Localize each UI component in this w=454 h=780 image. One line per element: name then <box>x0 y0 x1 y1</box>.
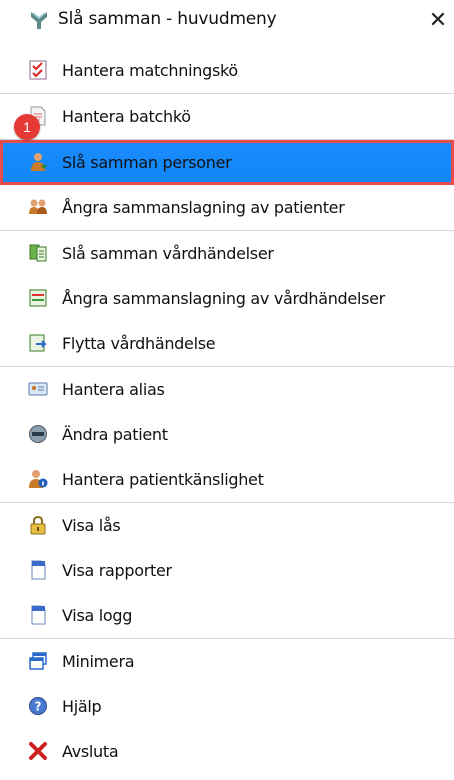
menu-item-avsluta[interactable]: Avsluta <box>0 729 454 774</box>
menu-item-label: Slå samman personer <box>62 153 232 172</box>
merge-persons-icon <box>31 153 47 171</box>
menu-item-angra-sammanslagning-patienter[interactable]: Ångra sammanslagning av patienter <box>0 185 454 230</box>
menu-item-visa-las[interactable]: Visa lås <box>0 503 454 548</box>
menu-item-label: Hantera alias <box>62 380 165 399</box>
log-document-icon <box>31 605 46 625</box>
help-icon: ? <box>29 697 47 715</box>
alias-card-icon <box>28 382 48 396</box>
menu-item-label: Slå samman vårdhändelser <box>62 244 274 263</box>
undo-merge-records-icon <box>29 289 47 307</box>
report-document-icon <box>31 560 46 580</box>
merge-records-icon <box>29 244 47 262</box>
menu-item-label: Hantera patientkänslighet <box>62 470 264 489</box>
checklist-icon <box>29 60 47 80</box>
menu-item-visa-logg[interactable]: Visa logg <box>0 593 454 638</box>
close-icon: ✕ <box>428 7 448 32</box>
menu-item-label: Avsluta <box>62 742 119 761</box>
menu-item-label: Visa lås <box>62 516 121 535</box>
menu-item-flytta-vardhandelse[interactable]: Flytta vårdhändelse <box>0 321 454 366</box>
move-record-icon <box>29 334 47 352</box>
minimize-window-icon <box>29 652 47 670</box>
exit-icon <box>29 742 47 760</box>
menu-item-angra-sammanslagning-vardhandelser[interactable]: Ångra sammanslagning av vårdhändelser <box>0 276 454 321</box>
menu-item-label: Flytta vårdhändelse <box>62 334 216 353</box>
menu-item-sla-samman-personer[interactable]: Slå samman personer <box>0 140 454 185</box>
menu-item-visa-rapporter[interactable]: Visa rapporter <box>0 548 454 593</box>
menu-item-andra-patient[interactable]: Ändra patient <box>0 412 454 457</box>
main-menu: Hantera matchningskö Hantera batchkö Slå… <box>0 48 454 774</box>
menu-item-sla-samman-vardhandelser[interactable]: Slå samman vårdhändelser <box>0 231 454 276</box>
edit-patient-icon <box>29 425 47 443</box>
patient-sensitivity-icon <box>29 470 48 488</box>
menu-item-hantera-alias[interactable]: Hantera alias <box>0 367 454 412</box>
menu-item-label: Hantera batchkö <box>62 107 191 126</box>
svg-text:?: ? <box>35 700 42 714</box>
menu-item-label: Visa logg <box>62 606 133 625</box>
undo-merge-patients-icon <box>29 199 47 214</box>
merge-app-icon <box>31 12 47 29</box>
menu-item-hantera-batchko[interactable]: Hantera batchkö <box>0 94 454 139</box>
window-title: Slå samman - huvudmeny <box>58 9 277 29</box>
menu-item-minimera[interactable]: Minimera <box>0 639 454 684</box>
menu-item-label: Ändra patient <box>62 425 168 444</box>
menu-item-label: Hantera matchningskö <box>62 61 238 80</box>
menu-item-hjalp[interactable]: ? Hjälp <box>0 684 454 729</box>
menu-item-label: Ångra sammanslagning av patienter <box>62 198 345 217</box>
menu-item-label: Minimera <box>62 652 135 671</box>
menu-item-label: Visa rapporter <box>62 561 172 580</box>
menu-item-label: Hjälp <box>62 697 102 716</box>
menu-item-hantera-patientkanslighet[interactable]: Hantera patientkänslighet <box>0 457 454 502</box>
step-badge: 1 <box>14 114 40 140</box>
menu-item-label: Ångra sammanslagning av vårdhändelser <box>62 289 385 308</box>
close-button[interactable]: ✕ <box>424 4 452 36</box>
menu-item-hantera-matchningsko[interactable]: Hantera matchningskö <box>0 48 454 93</box>
lock-icon <box>30 515 46 535</box>
title-bar: Slå samman - huvudmeny ✕ <box>0 0 454 40</box>
